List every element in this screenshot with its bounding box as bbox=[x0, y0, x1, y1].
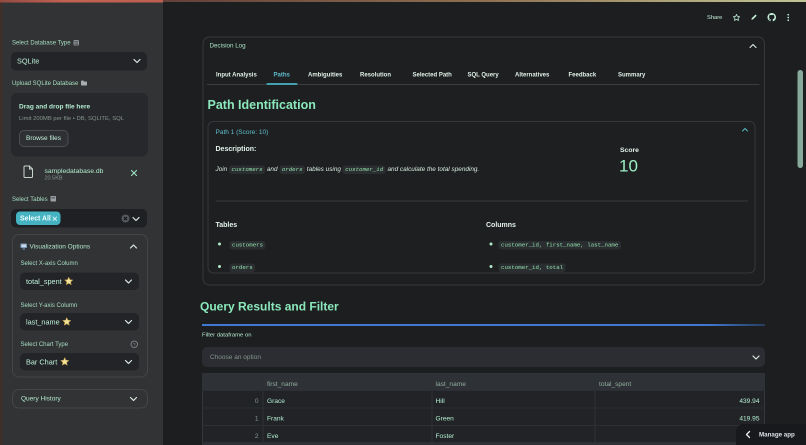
svg-text:?: ? bbox=[133, 342, 136, 348]
